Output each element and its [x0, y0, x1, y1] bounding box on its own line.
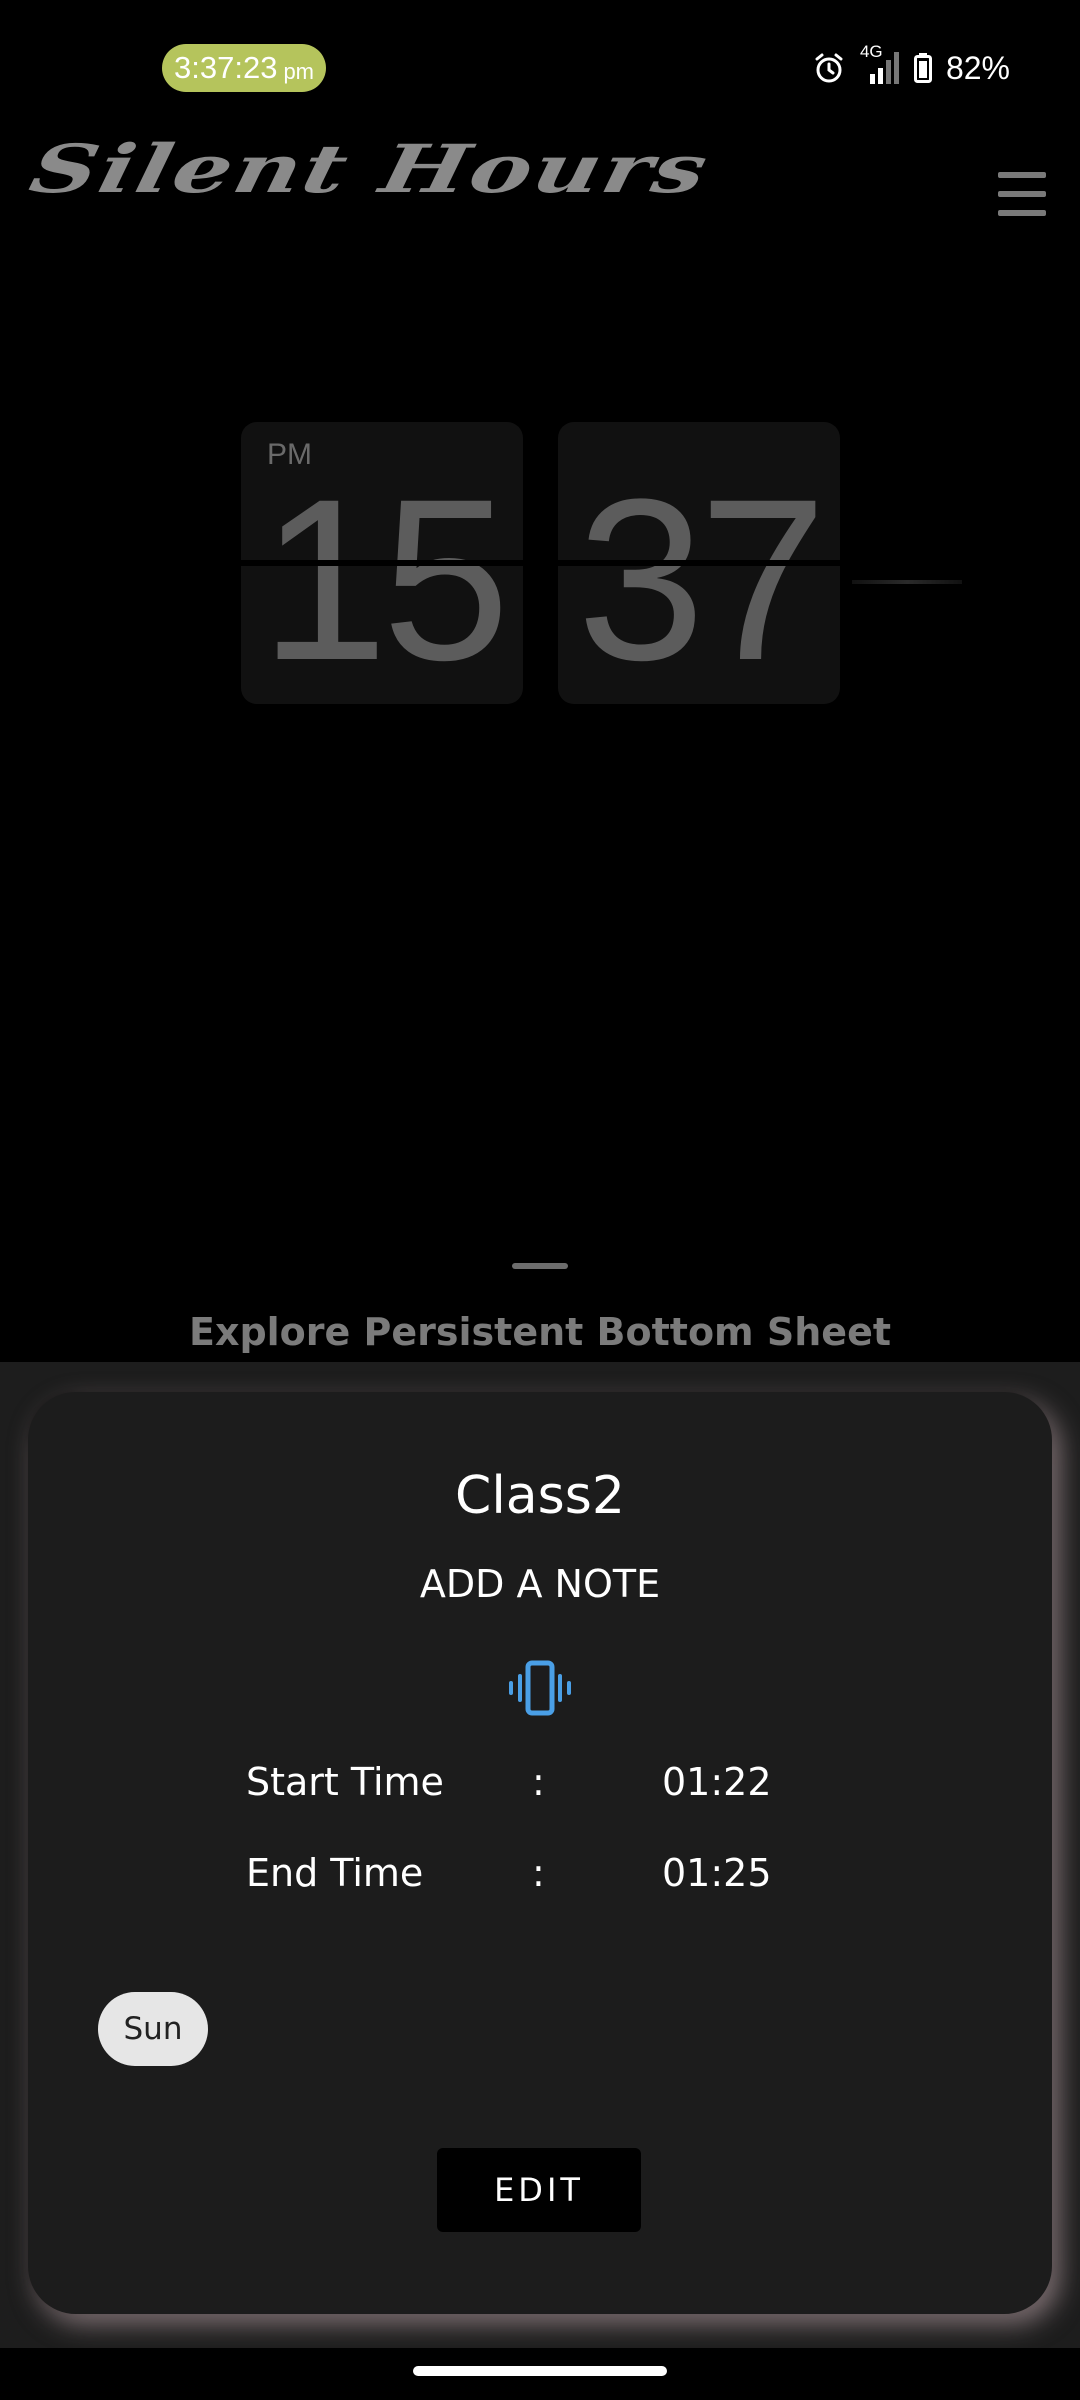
end-time-value: 01:25	[662, 1851, 772, 1895]
status-ampm: pm	[283, 59, 314, 84]
app-title: Silent Hours	[23, 130, 716, 208]
signal-icon	[869, 52, 899, 84]
clock-hours: 15	[260, 451, 510, 704]
start-time-label: Start Time	[246, 1760, 444, 1804]
profile-name: Class2	[455, 1466, 625, 1526]
bottom-sheet-drag-handle[interactable]	[512, 1263, 568, 1269]
status-icons: 4G 82%	[812, 42, 1010, 92]
clock-minutes: 37	[577, 451, 827, 704]
flip-divider	[241, 560, 523, 566]
day-chip-sun[interactable]: Sun	[98, 1992, 208, 2066]
battery-percent: 82%	[945, 49, 1010, 86]
start-time-separator: :	[532, 1760, 545, 1804]
status-time-pill: 3:37:23 pm	[162, 44, 326, 92]
vibrate-icon	[509, 1660, 571, 1716]
minutes-flip-card: 37	[558, 422, 840, 704]
start-time-value: 01:22	[662, 1760, 772, 1804]
profile-card: Class2 ADD A NOTE Start Time : 01:22 End…	[28, 1392, 1052, 2314]
signal-indicator: 4G	[860, 42, 900, 88]
end-time-label: End Time	[246, 1851, 424, 1895]
flip-divider	[558, 560, 840, 566]
edit-button[interactable]: EDIT	[437, 2148, 641, 2232]
hamburger-menu-icon[interactable]	[998, 172, 1046, 216]
end-time-row: End Time : 01:25	[28, 1845, 1052, 1905]
hours-flip-card: PM 15	[241, 422, 523, 704]
bottom-sheet-title[interactable]: Explore Persistent Bottom Sheet	[0, 1310, 1080, 1354]
end-time-separator: :	[532, 1851, 545, 1895]
alarm-icon	[815, 53, 843, 83]
add-note-button[interactable]: ADD A NOTE	[28, 1562, 1052, 1606]
status-time: 3:37:23	[174, 50, 278, 85]
flip-dash	[852, 580, 962, 584]
battery-icon	[913, 53, 932, 83]
start-time-row: Start Time : 01:22	[28, 1754, 1052, 1814]
screen: 3:37:23 pm 4G 82% Silent Hours PM 15 37 …	[0, 0, 1080, 2400]
home-indicator[interactable]	[413, 2366, 667, 2376]
